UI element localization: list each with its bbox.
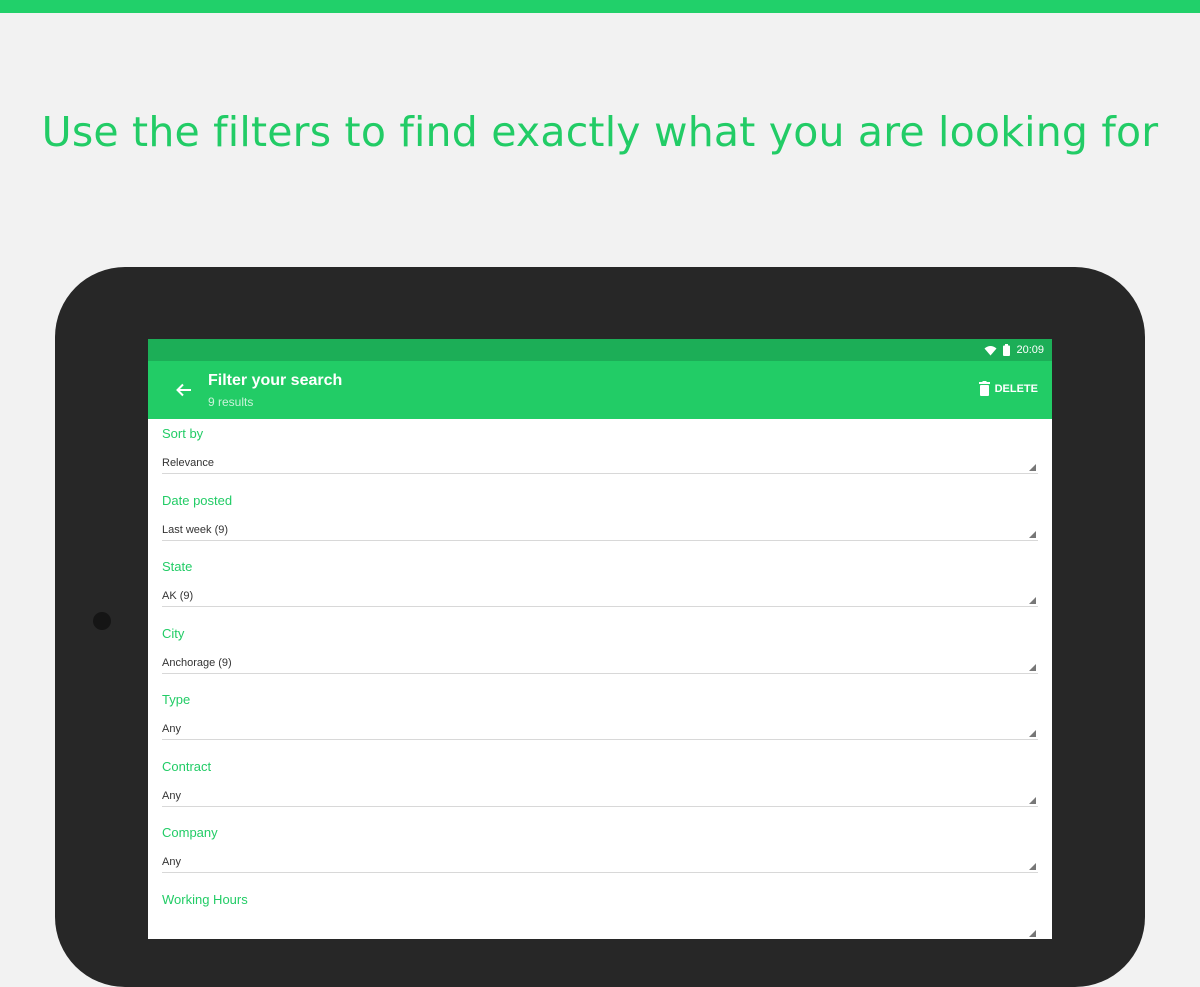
type-dropdown[interactable]: Any — [162, 719, 1038, 740]
dropdown-caret-icon — [1029, 663, 1036, 671]
filter-state: State AK (9) — [162, 552, 1038, 619]
arrow-left-icon — [176, 383, 191, 397]
status-time: 20:09 — [1016, 344, 1044, 356]
date-posted-dropdown[interactable]: Last week (9) — [162, 520, 1038, 541]
page-title: Filter your search — [208, 372, 343, 389]
dropdown-value: Any — [162, 723, 181, 735]
wifi-icon — [984, 345, 997, 355]
battery-icon — [1003, 344, 1011, 356]
working-hours-dropdown[interactable] — [162, 919, 1038, 939]
dropdown-value: Relevance — [162, 457, 214, 469]
contract-dropdown[interactable]: Any — [162, 786, 1038, 807]
filter-type: Type Any — [162, 685, 1038, 752]
back-button[interactable] — [172, 378, 196, 402]
sort-by-dropdown[interactable]: Relevance — [162, 453, 1038, 474]
dropdown-caret-icon — [1029, 863, 1036, 870]
promo-headline: Use the filters to find exactly what you… — [41, 108, 1159, 156]
app-bar: Filter your search 9 results DELETE — [148, 361, 1052, 419]
filter-sort-by: Sort by Relevance — [162, 419, 1038, 486]
status-bar: 20:09 — [148, 339, 1052, 361]
filter-label: City — [162, 625, 185, 641]
company-dropdown[interactable]: Any — [162, 852, 1038, 873]
tablet-screen: 20:09 Filter your search 9 results DELET… — [148, 339, 1052, 939]
state-dropdown[interactable]: AK (9) — [162, 586, 1038, 607]
dropdown-caret-icon — [1029, 796, 1036, 804]
city-dropdown[interactable]: Anchorage (9) — [162, 653, 1038, 674]
dropdown-value: AK (9) — [162, 590, 194, 602]
dropdown-value: Any — [162, 789, 181, 802]
filter-company: Company Any — [162, 818, 1038, 885]
dropdown-value: Last week (9) — [162, 523, 229, 536]
filter-label: State — [162, 559, 193, 574]
dropdown-caret-icon — [1029, 730, 1036, 737]
delete-label: DELETE — [994, 382, 1038, 395]
tablet-frame: 20:09 Filter your search 9 results DELET… — [55, 267, 1145, 987]
dropdown-value: Any — [162, 856, 181, 868]
top-accent-bar — [0, 0, 1200, 13]
filter-working-hours: Working Hours — [162, 885, 1038, 939]
delete-button[interactable]: DELETE — [978, 381, 1038, 396]
dropdown-caret-icon — [1029, 530, 1036, 538]
filter-label: Date posted — [162, 492, 233, 508]
filter-label: Contract — [162, 758, 212, 774]
filter-date-posted: Date posted Last week (9) — [162, 486, 1038, 553]
filter-contract: Contract Any — [162, 752, 1038, 819]
dropdown-caret-icon — [1029, 597, 1036, 604]
filter-city: City Anchorage (9) — [162, 619, 1038, 686]
dropdown-caret-icon — [1029, 464, 1036, 471]
dropdown-value: Anchorage (9) — [162, 656, 232, 669]
filter-label: Sort by — [162, 426, 204, 441]
trash-icon — [978, 381, 990, 396]
filter-label: Working Hours — [162, 891, 248, 907]
filter-label: Type — [162, 692, 191, 707]
dropdown-caret-icon — [1029, 929, 1036, 937]
camera-dot — [93, 612, 111, 630]
filter-label: Company — [162, 825, 218, 840]
results-count: 9 results — [208, 395, 254, 409]
filter-list: Sort by Relevance Date posted Last week … — [148, 419, 1052, 939]
